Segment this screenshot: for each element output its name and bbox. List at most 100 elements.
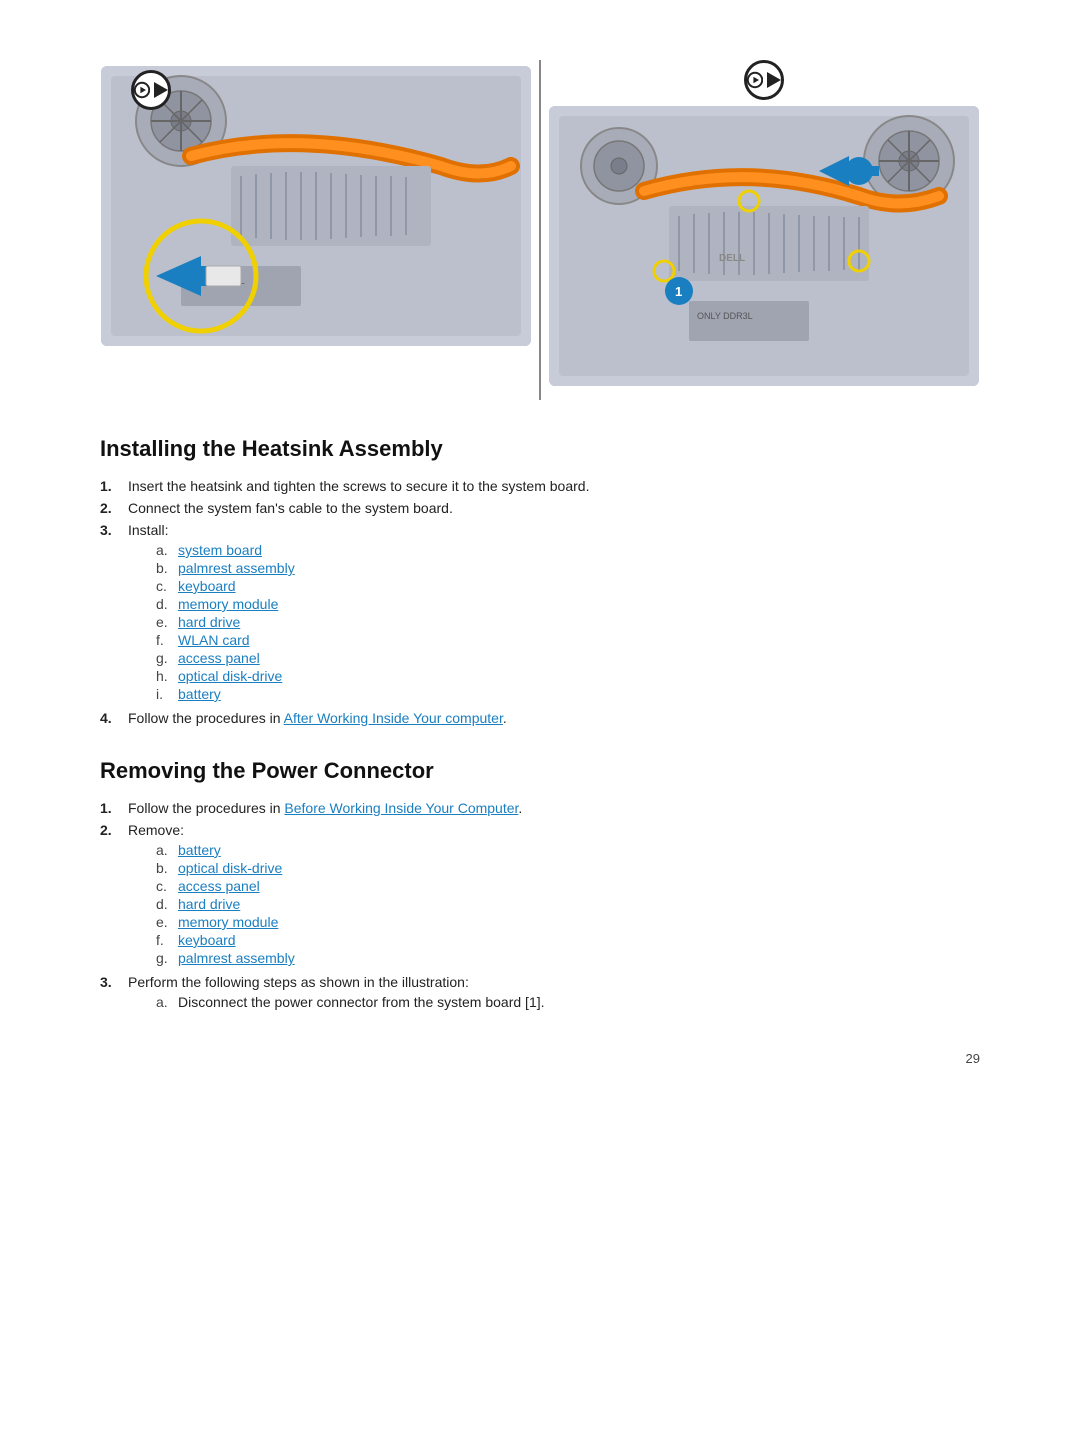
remove-item-label-1: b. <box>156 860 172 876</box>
remove-item-2: c. access panel <box>156 878 295 894</box>
remove-step-2-num: 2. <box>100 822 120 838</box>
remove-sub-list: a. battery b. optical disk-drive c. access pa… <box>156 842 295 966</box>
remove-item-label-3: d. <box>156 896 172 912</box>
remove-item-label-5: f. <box>156 932 172 948</box>
remove-step-1-before: Follow the procedures in <box>128 800 284 816</box>
install-item-7: h. optical disk-drive <box>156 668 295 684</box>
remove-item-label-4: e. <box>156 914 172 930</box>
left-heatsink-svg: ONLY DDR3L <box>101 66 531 346</box>
install-item-link-0[interactable]: system board <box>178 542 262 558</box>
install-item-3: d. memory module <box>156 596 295 612</box>
install-item-label-1: b. <box>156 560 172 576</box>
install-item-2: c. keyboard <box>156 578 295 594</box>
step-4-text-before: Follow the procedures in <box>128 710 284 726</box>
left-heatsink-image: ONLY DDR3L <box>101 66 531 346</box>
remove-item-0: a. battery <box>156 842 295 858</box>
install-item-label-8: i. <box>156 686 172 702</box>
remove-item-4: e. memory module <box>156 914 295 930</box>
step-4-num: 4. <box>100 710 120 726</box>
step-4-end: . <box>503 710 507 726</box>
remove-item-5: f. keyboard <box>156 932 295 948</box>
step-3-num: 3. <box>100 522 120 538</box>
install-item-label-4: e. <box>156 614 172 630</box>
remove-item-link-2[interactable]: access panel <box>178 878 260 894</box>
remove-step-3a-text: Disconnect the power connector from the … <box>178 994 545 1010</box>
right-play-button[interactable] <box>744 60 784 100</box>
remove-item-link-0[interactable]: battery <box>178 842 221 858</box>
install-item-6: g. access panel <box>156 650 295 666</box>
svg-text:1: 1 <box>675 284 682 299</box>
step-1-num: 1. <box>100 478 120 494</box>
remove-step-3-text: Perform the following steps as shown in … <box>128 974 469 990</box>
svg-text:ONLY DDR3L: ONLY DDR3L <box>697 311 753 321</box>
install-item-link-1[interactable]: palmrest assembly <box>178 560 295 576</box>
step-2-num: 2. <box>100 500 120 516</box>
left-play-button[interactable] <box>131 70 171 110</box>
installing-section: Installing the Heatsink Assembly 1. Inse… <box>100 436 980 726</box>
svg-text:DELL: DELL <box>719 253 745 264</box>
install-item-1: b. palmrest assembly <box>156 560 295 576</box>
right-heatsink-svg: DELL ONLY DDR3L 1 2 <box>549 106 979 386</box>
remove-item-link-4[interactable]: memory module <box>178 914 278 930</box>
install-item-link-4[interactable]: hard drive <box>178 614 240 630</box>
remove-step-1: 1. Follow the procedures in Before Worki… <box>100 800 980 816</box>
remove-step-3a: a. Disconnect the power connector from t… <box>156 994 545 1010</box>
install-item-5: f. WLAN card <box>156 632 295 648</box>
remove-step-1-num: 1. <box>100 800 120 816</box>
install-item-link-2[interactable]: keyboard <box>178 578 236 594</box>
remove-item-link-6[interactable]: palmrest assembly <box>178 950 295 966</box>
install-item-link-3[interactable]: memory module <box>178 596 278 612</box>
remove-item-label-6: g. <box>156 950 172 966</box>
remove-step-2-text: Remove: <box>128 822 184 838</box>
after-working-link[interactable]: After Working Inside Your computer <box>284 710 503 726</box>
install-item-4: e. hard drive <box>156 614 295 630</box>
step-1-text: Insert the heatsink and tighten the scre… <box>128 478 589 494</box>
page-number: 29 <box>966 1051 980 1066</box>
install-item-link-8[interactable]: battery <box>178 686 221 702</box>
install-item-link-7[interactable]: optical disk-drive <box>178 668 282 684</box>
remove-step-1-after: . <box>518 800 522 816</box>
install-item-label-6: g. <box>156 650 172 666</box>
install-item-label-5: f. <box>156 632 172 648</box>
remove-step-3-num: 3. <box>100 974 120 990</box>
remove-item-3: d. hard drive <box>156 896 295 912</box>
installing-steps: 1. Insert the heatsink and tighten the s… <box>100 478 980 726</box>
install-item-label-3: d. <box>156 596 172 612</box>
remove-step-3a-label: a. <box>156 994 172 1010</box>
install-item-8: i. battery <box>156 686 295 702</box>
step-3: 3. Install: a. system board b. palmrest ass… <box>100 522 980 704</box>
step-4-text: Follow the procedures in After Working I… <box>128 710 507 726</box>
install-item-label-0: a. <box>156 542 172 558</box>
install-item-link-6[interactable]: access panel <box>178 650 260 666</box>
remove-item-link-1[interactable]: optical disk-drive <box>178 860 282 876</box>
remove-item-link-3[interactable]: hard drive <box>178 896 240 912</box>
install-item-label-2: c. <box>156 578 172 594</box>
image-section: ONLY DDR3L <box>100 60 980 400</box>
right-heatsink-image: DELL ONLY DDR3L 1 2 <box>549 106 979 386</box>
removing-steps: 1. Follow the procedures in Before Worki… <box>100 800 980 1012</box>
install-sub-list: a. system board b. palmrest assembly c. keybo… <box>156 542 295 702</box>
remove-step-3: 3. Perform the following steps as shown … <box>100 974 980 1012</box>
section-divider <box>539 60 541 400</box>
remove-item-1: b. optical disk-drive <box>156 860 295 876</box>
left-image-column: ONLY DDR3L <box>101 60 531 346</box>
before-working-link[interactable]: Before Working Inside Your Computer <box>284 800 518 816</box>
removing-title: Removing the Power Connector <box>100 758 980 784</box>
remove-step-1-text: Follow the procedures in Before Working … <box>128 800 522 816</box>
install-item-link-5[interactable]: WLAN card <box>178 632 250 648</box>
step-3-text: Install: <box>128 522 168 538</box>
step-4: 4. Follow the procedures in After Workin… <box>100 710 980 726</box>
step-1: 1. Insert the heatsink and tighten the s… <box>100 478 980 494</box>
remove-sub-list-2: a. Disconnect the power connector from t… <box>156 994 545 1010</box>
removing-section: Removing the Power Connector 1. Follow t… <box>100 758 980 1012</box>
right-image-column: DELL ONLY DDR3L 1 2 <box>549 60 979 386</box>
remove-item-link-5[interactable]: keyboard <box>178 932 236 948</box>
install-item-label-7: h. <box>156 668 172 684</box>
remove-item-label-2: c. <box>156 878 172 894</box>
remove-item-6: g. palmrest assembly <box>156 950 295 966</box>
remove-item-label-0: a. <box>156 842 172 858</box>
remove-step-2: 2. Remove: a. battery b. optical disk-drive… <box>100 822 980 968</box>
installing-title: Installing the Heatsink Assembly <box>100 436 980 462</box>
step-2: 2. Connect the system fan's cable to the… <box>100 500 980 516</box>
install-item-0: a. system board <box>156 542 295 558</box>
